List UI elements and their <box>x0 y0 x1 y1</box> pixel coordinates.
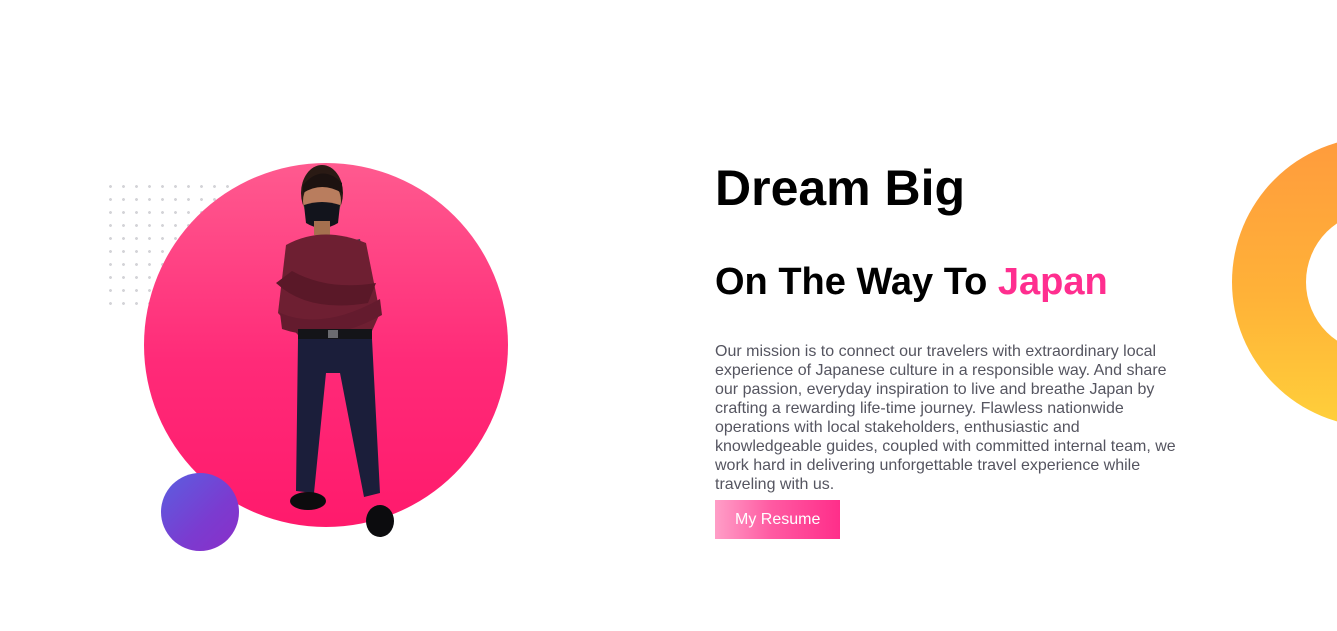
my-resume-button[interactable]: My Resume <box>715 500 841 539</box>
person-portrait <box>276 165 394 537</box>
orange-ring-decoration <box>1232 137 1337 427</box>
subheadline-accent: Japan <box>997 261 1108 303</box>
hero-section: Dream Big On The Way To Japan Our missio… <box>0 0 1337 631</box>
headline: Dream Big <box>715 160 966 216</box>
mission-text: Our mission is to connect our travelers … <box>715 343 1176 493</box>
subheadline-prefix: On The Way To <box>715 261 998 303</box>
subheadline: On The Way To Japan <box>715 260 1195 304</box>
purple-circle-decoration <box>161 473 239 551</box>
hero-content: Dream Big On The Way To Japan Our missio… <box>715 160 1195 539</box>
